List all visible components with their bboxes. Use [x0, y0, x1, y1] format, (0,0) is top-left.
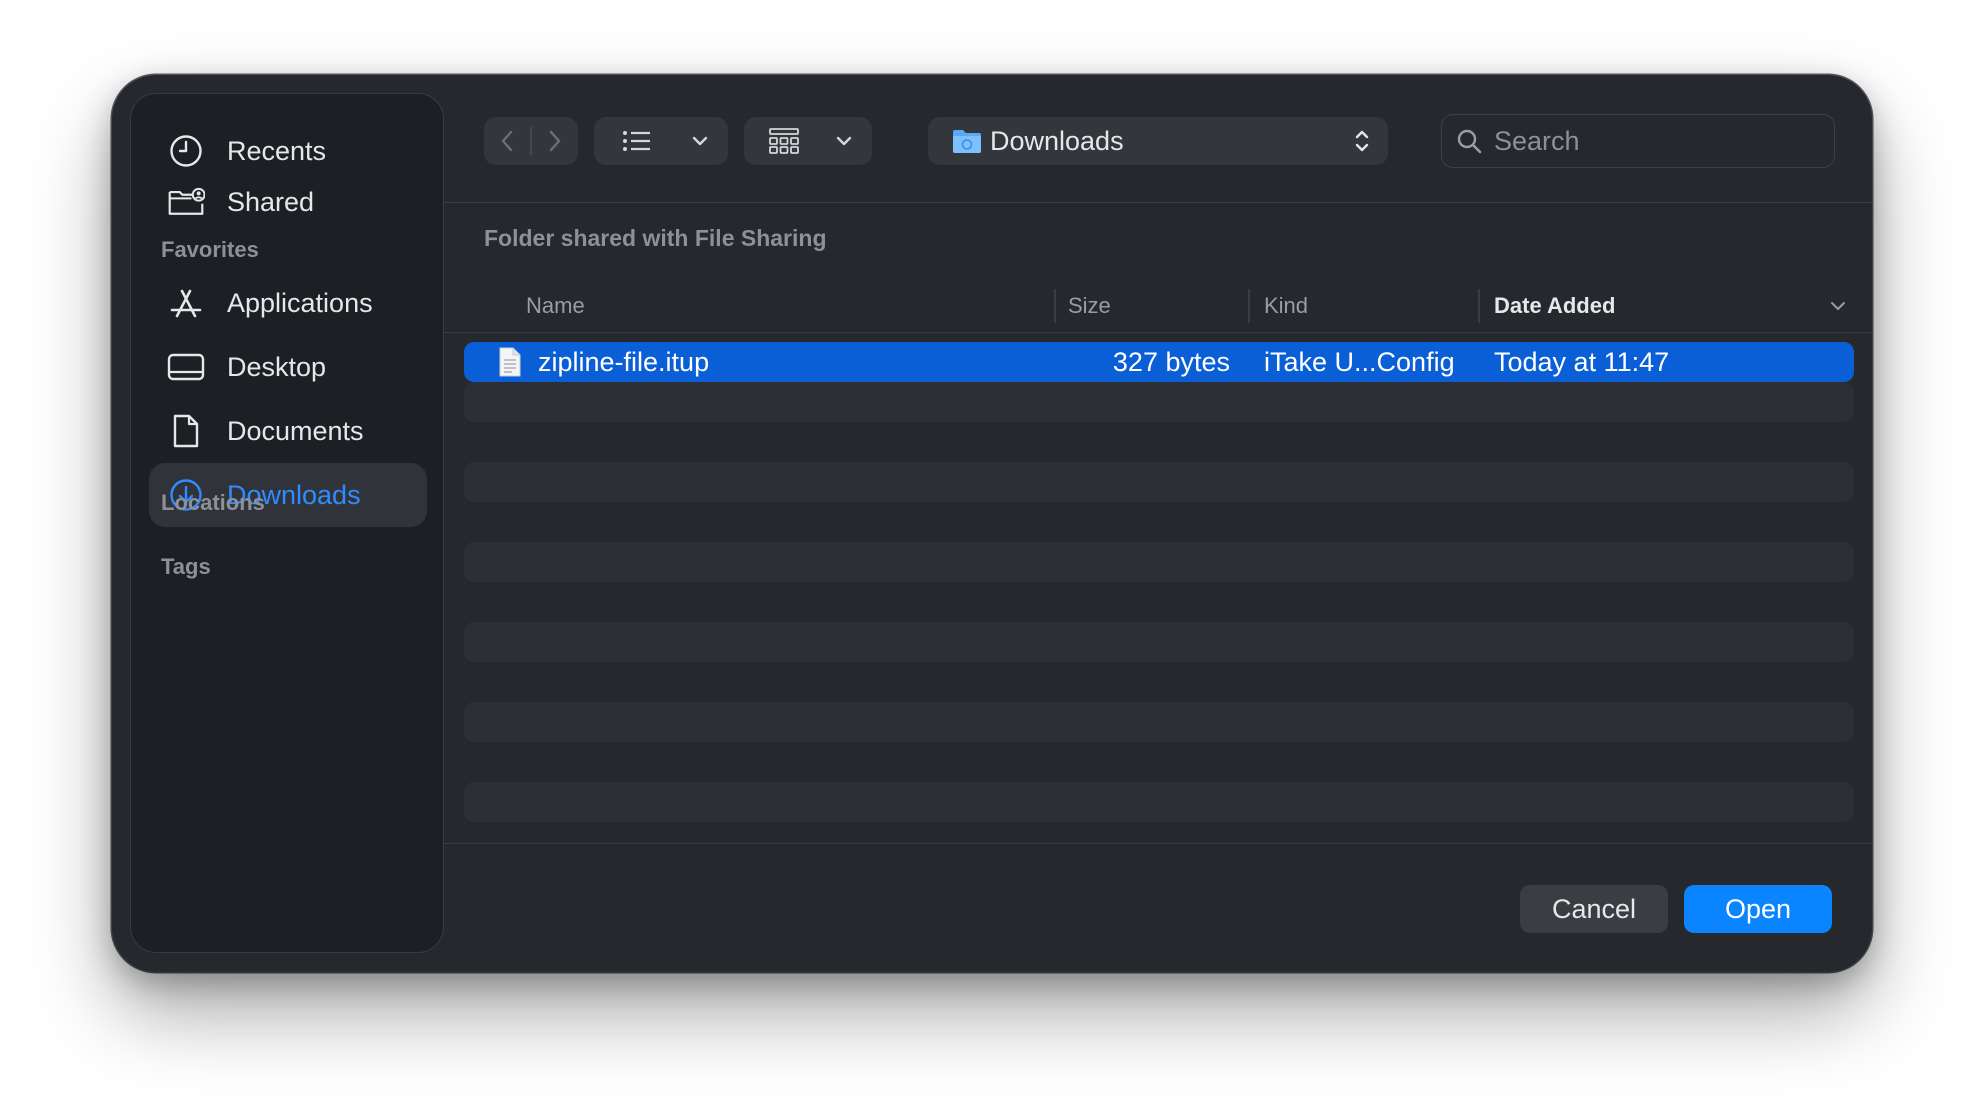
search-field[interactable]	[1441, 114, 1835, 168]
sidebar-item-label: Applications	[227, 287, 373, 318]
column-date-added-label: Date Added	[1494, 293, 1616, 318]
tags-heading[interactable]: Tags	[161, 554, 211, 580]
sidebar-item-documents[interactable]: Documents	[149, 399, 427, 463]
location-label: Downloads	[990, 125, 1124, 156]
list-view-button[interactable]	[594, 117, 680, 165]
sidebar-item-shared[interactable]: Shared	[149, 170, 427, 234]
group-button[interactable]	[744, 117, 824, 165]
file-name: zipline-file.itup	[538, 346, 710, 377]
chevron-right-icon	[549, 130, 560, 152]
navigation-buttons	[484, 117, 578, 165]
column-divider[interactable]	[1478, 289, 1480, 323]
search-input[interactable]	[1492, 124, 1816, 158]
chevron-down-icon	[836, 136, 852, 146]
chevron-down-icon	[1831, 302, 1845, 310]
group-control[interactable]	[744, 117, 872, 165]
toolbar: Downloads	[444, 75, 1872, 203]
table-row[interactable]: zipline-file.itup 327 bytes iTake U...Co…	[464, 342, 1854, 382]
open-button[interactable]: Open	[1684, 885, 1832, 933]
empty-row	[464, 622, 1854, 662]
file-icon	[498, 342, 522, 382]
search-icon	[1457, 129, 1482, 154]
shared-folder-icon	[167, 183, 205, 221]
clock-icon	[167, 132, 205, 170]
empty-row	[464, 782, 1854, 822]
locations-heading[interactable]: Locations	[161, 490, 265, 516]
favorites-heading: Favorites	[161, 237, 259, 262]
updown-chevron-icon	[1355, 130, 1369, 152]
open-file-dialog: Recents Shared Favorites Applications De…	[112, 75, 1872, 972]
column-name[interactable]: Name	[526, 281, 585, 331]
cancel-button[interactable]: Cancel	[1520, 885, 1668, 933]
locations-heading-label: Locations	[161, 490, 265, 515]
sidebar-item-label: Documents	[227, 415, 364, 446]
list-icon	[623, 131, 650, 151]
sort-descending-indicator[interactable]	[1830, 281, 1846, 331]
file-kind: iTake U...Config	[1264, 346, 1455, 377]
folder-status-label: Folder shared with File Sharing	[484, 225, 827, 251]
dialog-footer: Cancel Open	[444, 843, 1872, 972]
sidebar-item-desktop[interactable]: Desktop	[149, 335, 427, 399]
main-pane: Downloads Folder shared with File Sharin…	[444, 75, 1872, 972]
column-header: Name Size Kind Date Added	[444, 281, 1872, 333]
sidebar-item-label: Recents	[227, 135, 327, 166]
document-icon	[167, 412, 205, 450]
column-date-added[interactable]: Date Added	[1494, 281, 1615, 331]
empty-row	[464, 462, 1854, 502]
file-size: 327 bytes	[1112, 346, 1230, 377]
sidebar-item-applications[interactable]: Applications	[149, 271, 427, 335]
chevron-down-icon	[692, 136, 708, 146]
column-name-label: Name	[526, 293, 585, 318]
chevron-left-icon	[501, 130, 513, 152]
file-date-added: Today at 11:47	[1494, 346, 1670, 377]
column-kind[interactable]: Kind	[1264, 281, 1308, 331]
column-divider[interactable]	[1054, 289, 1056, 323]
folder-icon	[953, 130, 981, 153]
empty-row	[464, 542, 1854, 582]
group-options-dropdown[interactable]	[824, 117, 864, 165]
view-options-dropdown[interactable]	[680, 117, 720, 165]
column-size[interactable]: Size	[1068, 281, 1111, 331]
location-popup[interactable]: Downloads	[928, 117, 1388, 165]
sidebar: Recents Shared Favorites Applications De…	[130, 93, 444, 953]
back-button[interactable]	[484, 117, 530, 165]
sidebar-item-label: Shared	[227, 186, 315, 217]
sidebar-item-label: Desktop	[227, 351, 327, 382]
empty-row	[464, 382, 1854, 422]
desktop-icon	[167, 348, 205, 386]
column-kind-label: Kind	[1264, 293, 1309, 318]
grid-icon	[769, 128, 799, 154]
list-view-control[interactable]	[594, 117, 728, 165]
forward-button[interactable]	[532, 117, 578, 165]
applications-icon	[167, 284, 205, 322]
column-divider[interactable]	[1248, 289, 1250, 323]
empty-row	[464, 702, 1854, 742]
column-size-label: Size	[1068, 293, 1111, 318]
